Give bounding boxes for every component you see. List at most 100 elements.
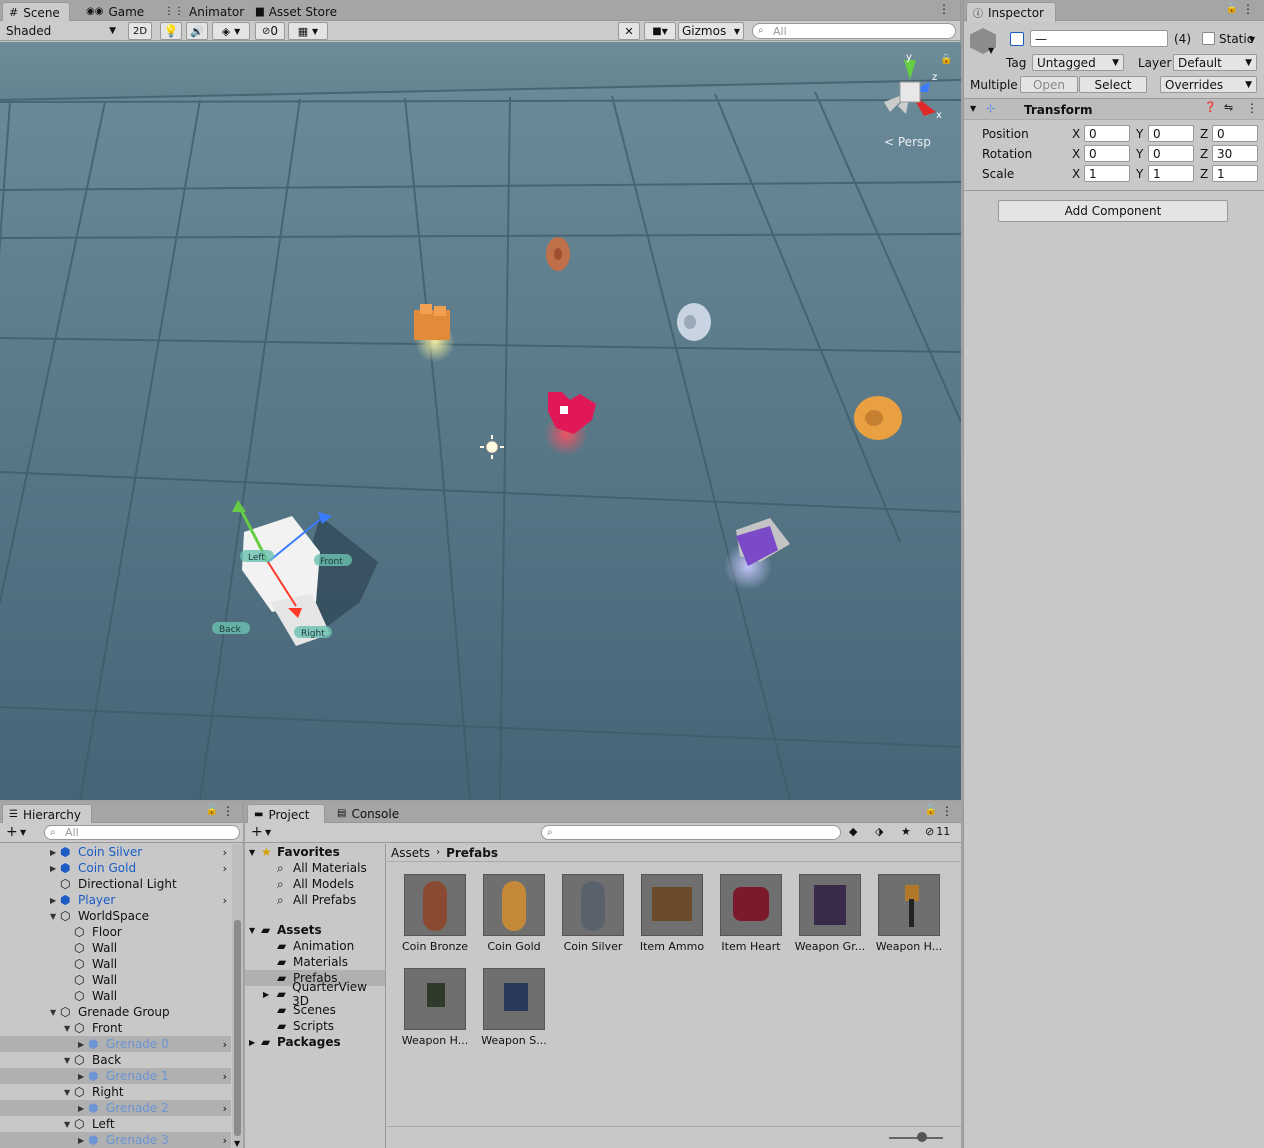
scene-search-input[interactable]: ⌕ All (752, 23, 956, 39)
item-ammo-object[interactable] (414, 304, 455, 362)
2d-toggle-button[interactable]: 2D (128, 22, 152, 40)
chevron-right-icon[interactable]: › (223, 846, 227, 859)
audio-toggle-button[interactable]: 🔊 (186, 22, 208, 40)
hierarchy-item-grenade-3[interactable]: ▶ ⬢ Grenade 3 › (0, 1132, 231, 1148)
lighting-toggle-button[interactable]: 💡 (160, 22, 182, 40)
coin-silver-object[interactable] (677, 303, 711, 341)
zoom-slider-track[interactable] (889, 1137, 943, 1139)
tab-inspector[interactable]: ⓘ Inspector (966, 2, 1056, 22)
asset-coin-gold[interactable]: Coin Gold (474, 874, 554, 953)
shading-mode-dropdown[interactable]: Shaded ▼ (2, 22, 120, 40)
hierarchy-item-directional-light[interactable]: ⬡ Directional Light (0, 876, 231, 892)
tab-animator[interactable]: ⋮⋮ Animator (158, 2, 250, 21)
star-icon[interactable]: ★ (901, 825, 911, 838)
chevron-right-icon[interactable]: › (223, 1102, 227, 1115)
tab-console[interactable]: ▤ Console (331, 804, 405, 823)
perspective-toggle[interactable]: < Persp (884, 135, 931, 149)
chevron-right-icon[interactable]: › (223, 1038, 227, 1051)
tab-hierarchy[interactable]: ☰ Hierarchy (2, 804, 92, 824)
grid-dropdown[interactable]: ▦ ▼ (288, 22, 328, 40)
scale-x-field[interactable]: 1 (1084, 165, 1130, 182)
zoom-slider-handle[interactable] (917, 1132, 927, 1142)
hierarchy-item-coin-gold[interactable]: ▶ ⬢ Coin Gold › (0, 860, 231, 876)
hierarchy-item-wall[interactable]: ⬡ Wall (0, 956, 231, 972)
expand-arrow-icon[interactable]: ▶ (78, 1104, 88, 1113)
kebab-menu-icon[interactable]: ⋮ (938, 2, 950, 16)
hierarchy-item-worldspace[interactable]: ▼ ⬡ WorldSpace (0, 908, 231, 924)
scrollbar-thumb[interactable] (234, 920, 241, 1136)
tree-quarterview-3d[interactable]: ▶ ▰ QuarterView 3D (263, 980, 385, 1008)
coin-bronze-object[interactable] (546, 237, 570, 271)
breadcrumb-prefabs[interactable]: Prefabs (446, 846, 498, 860)
rotation-z-field[interactable]: 30 (1212, 145, 1258, 162)
expand-arrow-icon[interactable]: ▶ (50, 848, 60, 857)
add-icon[interactable]: + (251, 824, 263, 840)
project-search-input[interactable]: ⌕ (541, 825, 841, 840)
static-checkbox[interactable] (1202, 32, 1215, 45)
scene-viewport[interactable]: Left Front Back Right y z x 🔒 < Persp (0, 42, 961, 800)
add-component-button[interactable]: Add Component (998, 200, 1228, 222)
collapse-arrow-icon[interactable]: ▼ (64, 1120, 74, 1129)
collapse-arrow-icon[interactable]: ▼ (249, 926, 261, 935)
collapse-arrow-icon[interactable]: ▼ (50, 1008, 60, 1017)
chevron-down-icon[interactable]: ▼ (234, 1139, 240, 1148)
tree-all-materials[interactable]: ⌕ All Materials (277, 860, 367, 876)
coin-gold-object[interactable] (854, 396, 902, 440)
tree-scenes[interactable]: ▰ Scenes (277, 1002, 336, 1018)
scale-z-field[interactable]: 1 (1212, 165, 1258, 182)
help-icon[interactable]: ❓ (1204, 102, 1216, 113)
kebab-menu-icon[interactable]: ⋮ (1242, 2, 1254, 16)
hierarchy-item-coin-silver[interactable]: ▶ ⬢ Coin Silver › (0, 844, 231, 860)
expand-arrow-icon[interactable]: ▶ (78, 1136, 88, 1145)
lock-icon[interactable]: 🔒 (206, 805, 218, 816)
tree-all-models[interactable]: ⌕ All Models (277, 876, 354, 892)
position-y-field[interactable]: 0 (1148, 125, 1194, 142)
expand-arrow-icon[interactable]: ▶ (50, 864, 60, 873)
hierarchy-item-right[interactable]: ▼ ⬡ Right (0, 1084, 231, 1100)
hierarchy-item-wall[interactable]: ⬡ Wall (0, 940, 231, 956)
filter-type-icon[interactable]: ◆ (849, 825, 857, 838)
overrides-dropdown[interactable]: Overrides ▼ (1160, 76, 1257, 93)
lock-icon[interactable]: 🔒 (1226, 3, 1238, 14)
hierarchy-item-grenade-0[interactable]: ▶ ⬢ Grenade 0 › (0, 1036, 231, 1052)
preset-icon[interactable]: ⇋ (1224, 101, 1233, 114)
lock-icon[interactable]: 🔒 (940, 53, 952, 65)
tab-game[interactable]: ◉◉ Game (80, 2, 150, 21)
hierarchy-item-wall[interactable]: ⬡ Wall (0, 988, 231, 1004)
tree-favorites[interactable]: ▼ ★ Favorites (249, 844, 340, 860)
effects-dropdown[interactable]: ◈ ▼ (212, 22, 250, 40)
expand-arrow-icon[interactable]: ▶ (78, 1040, 88, 1049)
position-x-field[interactable]: 0 (1084, 125, 1130, 142)
hierarchy-scrollbar[interactable]: ▼ (232, 844, 243, 1148)
object-name-field[interactable]: — (1030, 30, 1168, 47)
static-dropdown-arrow[interactable]: ▼ (1249, 35, 1255, 44)
camera-dropdown[interactable]: ■ ▼ (644, 22, 676, 40)
hierarchy-item-grenade-2[interactable]: ▶ ⬢ Grenade 2 › (0, 1100, 231, 1116)
tools-button[interactable]: ✕ (618, 22, 640, 40)
asset-coin-bronze[interactable]: Coin Bronze (395, 874, 475, 953)
asset-item-heart[interactable]: Item Heart (711, 874, 791, 953)
label-icon[interactable]: ⬗ (875, 825, 883, 838)
collapse-arrow-icon[interactable]: ▼ (249, 848, 261, 857)
tree-scripts[interactable]: ▰ Scripts (277, 1018, 334, 1034)
hierarchy-item-player[interactable]: ▶ ⬢ Player › (0, 892, 231, 908)
expand-arrow-icon[interactable]: ▶ (78, 1072, 88, 1081)
tab-scene[interactable]: # Scene (2, 2, 70, 22)
expand-arrow-icon[interactable]: ▶ (249, 1038, 261, 1047)
tree-all-prefabs[interactable]: ⌕ All Prefabs (277, 892, 356, 908)
kebab-menu-icon[interactable]: ⋮ (222, 804, 234, 818)
asset-coin-silver[interactable]: Coin Silver (553, 874, 633, 953)
tab-asset-store[interactable]: ▆ Asset Store (250, 2, 343, 21)
asset-weapon-handgun[interactable]: Weapon H... (395, 968, 475, 1047)
collapse-arrow-icon[interactable]: ▼ (50, 912, 60, 921)
scale-y-field[interactable]: 1 (1148, 165, 1194, 182)
tag-dropdown[interactable]: Untagged ▼ (1032, 54, 1124, 71)
chevron-down-icon[interactable]: ▼ (988, 46, 994, 55)
hierarchy-search-input[interactable]: ⌕ All (44, 825, 240, 840)
gizmos-dropdown[interactable]: Gizmos ▼ (678, 22, 744, 40)
hierarchy-item-wall[interactable]: ⬡ Wall (0, 972, 231, 988)
tree-packages[interactable]: ▶ ▰ Packages (249, 1034, 341, 1050)
hidden-packages-toggle[interactable]: ⊘ 11 (925, 825, 950, 838)
tree-animation[interactable]: ▰ Animation (277, 938, 354, 954)
collapse-arrow-icon[interactable]: ▼ (64, 1088, 74, 1097)
